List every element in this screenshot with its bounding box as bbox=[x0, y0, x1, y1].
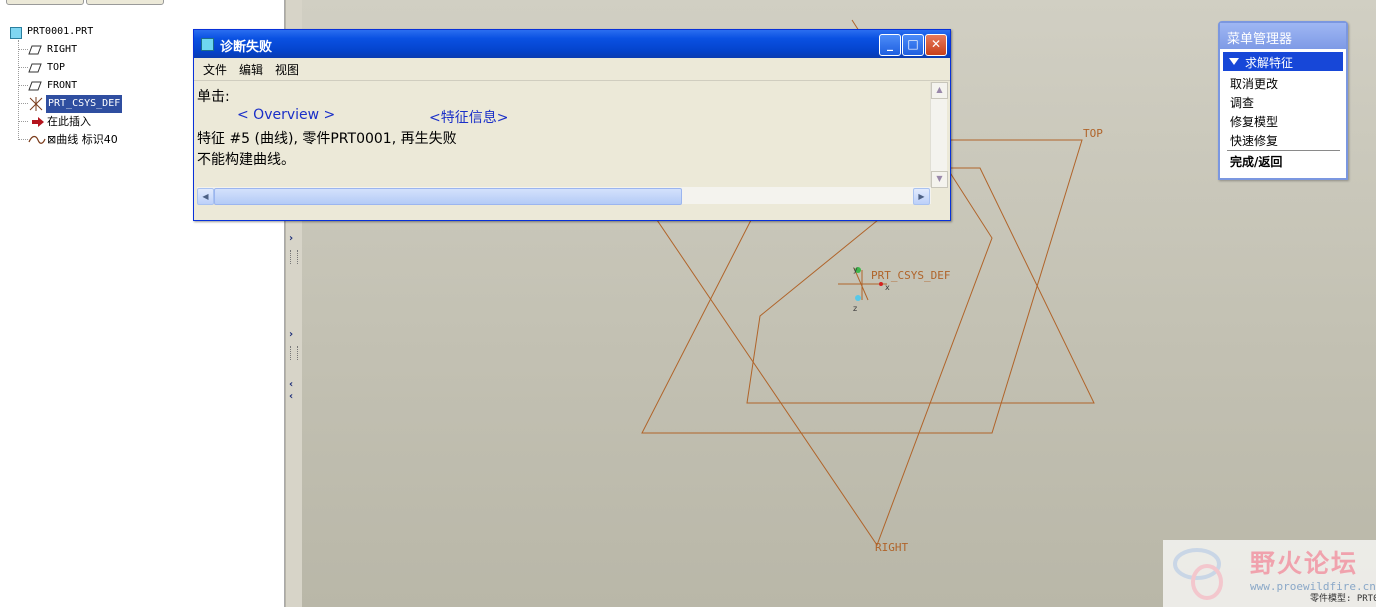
chevron-right-icon[interactable]: › bbox=[289, 330, 293, 340]
datum-label-top: TOP bbox=[1083, 127, 1103, 140]
chevron-left-icon[interactable]: ‹ bbox=[289, 392, 293, 402]
window-icon bbox=[201, 38, 214, 51]
tree-tab-button[interactable] bbox=[6, 0, 84, 5]
tree-item-label: RIGHT bbox=[47, 44, 78, 55]
scroll-right-button[interactable]: ▶ bbox=[913, 188, 930, 205]
minimize-button[interactable]: _ bbox=[879, 34, 901, 56]
datum-plane-icon bbox=[28, 62, 42, 74]
tree-item-label: 在此插入 bbox=[47, 115, 91, 128]
menu-item-investigate[interactable]: 调查 bbox=[1230, 94, 1254, 111]
datum-label-right: RIGHT bbox=[875, 541, 908, 554]
tree-item-label: FRONT bbox=[47, 80, 78, 91]
datum-plane-icon bbox=[28, 44, 42, 56]
menu-manager-title: 菜单管理器 bbox=[1227, 32, 1293, 47]
menu-manager: 菜单管理器 求解特征 取消更改 调查 修复模型 快速修复 完成/返回 bbox=[1218, 21, 1348, 180]
dialog-message-area: 单击: < Overview > <特征信息> 特征 #5 (曲线), 零件PR… bbox=[197, 82, 901, 188]
dialog-titlebar[interactable]: 诊断失败 _ □ ✕ bbox=[194, 30, 950, 58]
maximize-button[interactable]: □ bbox=[902, 34, 924, 56]
overview-link[interactable]: < Overview > bbox=[237, 107, 335, 123]
menu-item-done-return[interactable]: 完成/返回 bbox=[1230, 153, 1282, 170]
menu-item-undo-changes[interactable]: 取消更改 bbox=[1230, 75, 1278, 92]
tree-toolbar bbox=[0, 0, 284, 5]
tree-root-label: PRT0001.PRT bbox=[27, 26, 94, 37]
menu-divider bbox=[1227, 150, 1340, 151]
tree-tab-button[interactable] bbox=[86, 0, 164, 5]
axis-label-y: y bbox=[853, 265, 858, 274]
close-button[interactable]: ✕ bbox=[925, 34, 947, 56]
menu-edit[interactable]: 编辑 bbox=[239, 61, 263, 78]
failure-message: 特征 #5 (曲线), 零件PRT0001, 再生失败 bbox=[197, 131, 457, 147]
part-icon bbox=[10, 27, 22, 39]
vertical-scrollbar[interactable]: ▲ ▼ bbox=[930, 82, 948, 188]
scroll-thumb[interactable] bbox=[214, 188, 682, 205]
chevron-right-icon[interactable]: › bbox=[289, 234, 293, 244]
csys-label: PRT_CSYS_DEF bbox=[871, 269, 950, 282]
tree-item-label: ⊠曲线 标识40 bbox=[47, 133, 118, 146]
dialog-menubar: 文件 编辑 视图 bbox=[194, 58, 950, 81]
axis-label-z: z bbox=[853, 304, 857, 313]
menu-header-label: 求解特征 bbox=[1245, 56, 1294, 70]
feature-info-link[interactable]: <特征信息> bbox=[429, 107, 508, 127]
datum-plane-icon bbox=[28, 80, 42, 92]
failure-detail: 不能构建曲线。 bbox=[197, 152, 295, 168]
click-label: 单击: bbox=[197, 89, 230, 105]
tree-connector bbox=[18, 40, 19, 140]
status-text: 零件模型: PRT0 bbox=[1310, 594, 1376, 604]
menu-item-quick-fix[interactable]: 快速修复 bbox=[1230, 132, 1278, 149]
tree-item-label: TOP bbox=[47, 62, 66, 73]
scroll-down-button[interactable]: ▼ bbox=[931, 171, 948, 188]
triangle-down-icon bbox=[1229, 58, 1239, 65]
menu-manager-titlebar[interactable]: 菜单管理器 bbox=[1220, 23, 1346, 49]
scroll-up-button[interactable]: ▲ bbox=[931, 82, 948, 99]
menu-header-resolve-feature[interactable]: 求解特征 bbox=[1223, 52, 1343, 71]
tree-item-label: PRT_CSYS_DEF bbox=[46, 95, 123, 113]
menu-item-fix-model[interactable]: 修复模型 bbox=[1230, 113, 1278, 130]
watermark-title: 野火论坛 bbox=[1250, 549, 1359, 578]
csys-icon bbox=[28, 96, 44, 112]
chevron-left-icon[interactable]: ‹ bbox=[289, 380, 293, 390]
horizontal-scrollbar[interactable]: ◀ ▶ bbox=[197, 187, 931, 205]
watermark-logo-icon bbox=[1173, 548, 1223, 600]
menu-file[interactable]: 文件 bbox=[203, 61, 227, 78]
diagnostics-dialog: 诊断失败 _ □ ✕ 文件 编辑 视图 单击: < Overview > <特征… bbox=[193, 29, 951, 221]
dialog-title: 诊断失败 bbox=[220, 40, 273, 55]
menu-view[interactable]: 视图 bbox=[275, 61, 299, 78]
scroll-left-button[interactable]: ◀ bbox=[197, 188, 214, 205]
splitter-grip[interactable] bbox=[290, 250, 298, 264]
splitter-grip[interactable] bbox=[290, 346, 298, 360]
curve-icon bbox=[28, 134, 46, 146]
axis-label-x: x bbox=[885, 283, 890, 292]
insert-arrow-icon bbox=[31, 116, 45, 128]
